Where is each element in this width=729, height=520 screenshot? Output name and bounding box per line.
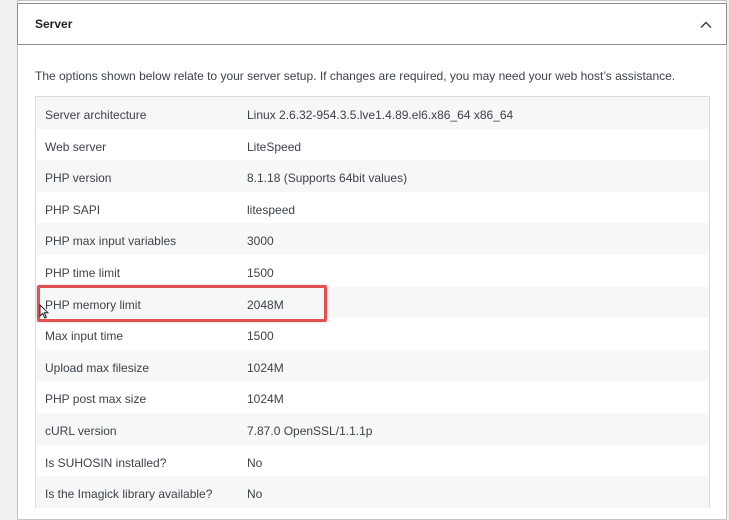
mouse-pointer-icon bbox=[39, 303, 50, 320]
row-label: PHP max input variables bbox=[45, 234, 177, 249]
table-row: PHP version 8.1.18 (Supports 64bit value… bbox=[36, 160, 709, 192]
row-value: 2048M bbox=[247, 297, 284, 312]
table-row: Is the Imagick library available? No bbox=[36, 476, 709, 508]
row-label: Upload max filesize bbox=[45, 360, 150, 375]
row-label: Is the Imagick library available? bbox=[45, 487, 213, 502]
row-value: No bbox=[247, 487, 263, 502]
table-row: PHP max input variables 3000 bbox=[36, 223, 709, 255]
row-value: 1500 bbox=[247, 265, 274, 280]
row-label: PHP memory limit bbox=[45, 297, 141, 312]
row-label: Max input time bbox=[45, 329, 124, 344]
row-value: No bbox=[247, 455, 263, 470]
site-health-info-panel: Server The options shown below relate to… bbox=[0, 0, 729, 520]
table-row: PHP post max size 1024M bbox=[36, 381, 709, 413]
table-row: Server architecture Linux 2.6.32-954.3.5… bbox=[36, 97, 709, 129]
row-label: PHP SAPI bbox=[45, 202, 101, 217]
row-value: 7.87.0 OpenSSL/1.1.1p bbox=[247, 423, 373, 438]
table-row: cURL version 7.87.0 OpenSSL/1.1.1p bbox=[36, 412, 709, 445]
row-label: PHP time limit bbox=[45, 265, 121, 280]
row-value: 8.1.18 (Supports 64bit values) bbox=[247, 171, 408, 186]
table-row: PHP SAPI litespeed bbox=[36, 191, 709, 224]
section-title: Server bbox=[35, 17, 73, 31]
table-row: Is SUHOSIN installed? No bbox=[36, 444, 709, 477]
row-value: Linux 2.6.32-954.3.5.lve1.4.89.el6.x86_6… bbox=[247, 108, 514, 122]
table-row: Upload max filesize 1024M bbox=[36, 349, 709, 382]
table-row: Web server LiteSpeed bbox=[36, 128, 709, 161]
row-value: 1024M bbox=[247, 392, 284, 407]
server-section-toggle[interactable]: Server bbox=[17, 3, 727, 45]
row-value: LiteSpeed bbox=[247, 139, 302, 154]
row-label: PHP post max size bbox=[45, 392, 147, 407]
row-value: 3000 bbox=[247, 234, 274, 249]
row-label: Server architecture bbox=[45, 108, 147, 122]
row-label: Is SUHOSIN installed? bbox=[45, 455, 167, 470]
table-row: Max input time 1500 bbox=[36, 318, 709, 350]
chevron-up-icon[interactable] bbox=[700, 18, 712, 30]
row-label: Web server bbox=[45, 139, 107, 154]
row-value: litespeed bbox=[247, 202, 296, 217]
row-value: 1024M bbox=[247, 360, 284, 375]
row-value: 1500 bbox=[247, 329, 274, 344]
table-row-php-memory-limit: PHP memory limit 2048M bbox=[36, 286, 709, 319]
section-description: The options shown below relate to your s… bbox=[35, 69, 676, 83]
table-row: PHP time limit 1500 bbox=[36, 254, 709, 287]
row-label: cURL version bbox=[45, 423, 117, 438]
server-info-table: Server architecture Linux 2.6.32-954.3.5… bbox=[35, 96, 710, 508]
row-label: PHP version bbox=[45, 171, 112, 186]
